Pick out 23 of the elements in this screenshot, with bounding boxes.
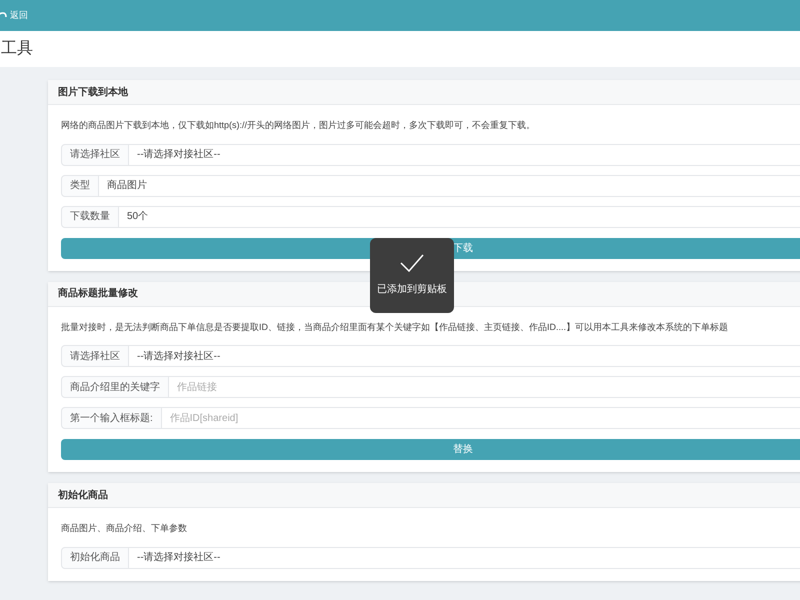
select-field[interactable]: 商品图片: [99, 174, 800, 196]
field-label: 初始化商品: [61, 546, 129, 568]
input-field[interactable]: 作品链接: [169, 376, 800, 398]
select-field[interactable]: --请选择对接社区--: [129, 546, 800, 568]
select-field[interactable]: --请选择对接社区--: [129, 345, 800, 367]
field-label: 商品介绍里的关键字: [61, 376, 169, 398]
input-field[interactable]: 作品ID[shareid]: [162, 407, 800, 429]
card-description: 网络的商品图片下载到本地，仅下载如http(s)://开头的网络图片，图片过多可能会超时，多次下载即可，不会重复下载。: [61, 119, 536, 132]
card-description: 商品图片、商品介绍、下单参数: [61, 522, 188, 535]
field-label: 请选择社区: [61, 144, 129, 166]
select-field[interactable]: 50个: [119, 206, 800, 228]
card-title: 初始化商品: [58, 488, 108, 502]
field-label: 类型: [61, 174, 99, 196]
checkmark-icon: [400, 254, 424, 272]
card-description: 批量对接时，是无法判断商品下单信息是否要提取ID、链接，当商品介绍里面有某个关键字如【作品链接、主页链接、作品ID....】可以用本工具来修改本系统的下单标题: [61, 320, 730, 334]
field-label: 请选择社区: [61, 345, 129, 367]
card-title: 图片下载到本地: [58, 86, 128, 100]
select-field[interactable]: --请选择对接社区--: [129, 144, 800, 166]
page-title: 工具: [1, 39, 33, 59]
toast-message: 已添加到剪贴板: [377, 282, 447, 297]
field-label: 下载数量: [61, 206, 119, 228]
card-title: 商品标题批量修改: [58, 286, 138, 301]
field-label: 第一个输入框标题:: [61, 407, 162, 429]
